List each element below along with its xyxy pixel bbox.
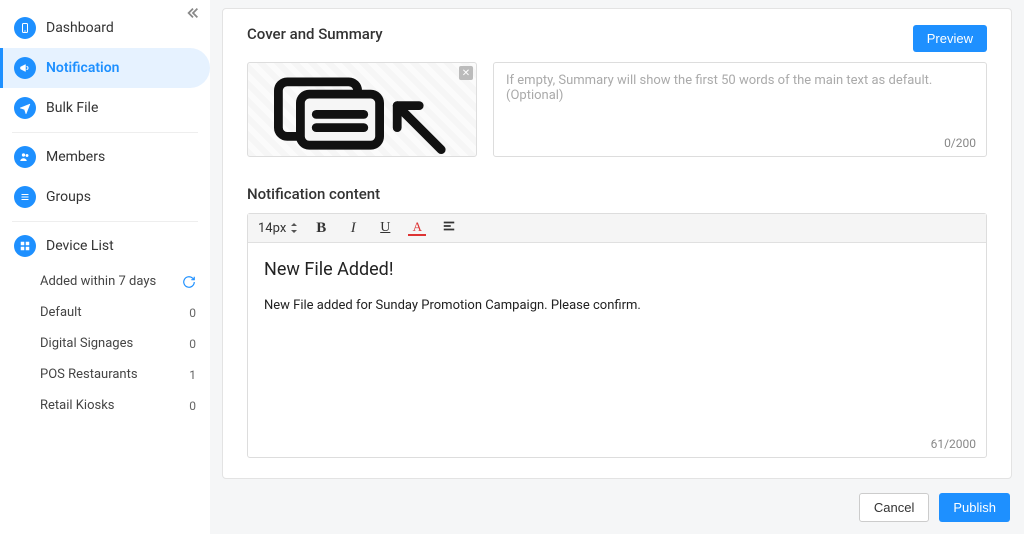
device-sub-label: Added within 7 days [40,274,156,289]
device-sub-label: Digital Signages [40,336,133,351]
send-icon [14,97,36,119]
phone-icon [14,17,36,39]
text-color-button[interactable]: A [408,220,426,236]
device-sub-item-kiosks[interactable]: Retail Kiosks 0 [40,390,196,421]
divider [12,132,198,133]
device-sub-label: Default [40,305,82,320]
content-heading: New File Added! [264,259,970,280]
summary-textarea[interactable]: If empty, Summary will show the first 50… [493,62,987,157]
sidebar-item-dashboard[interactable]: Dashboard [0,8,210,48]
device-sub-item-signages[interactable]: Digital Signages 0 [40,328,196,359]
footer-actions: Cancel Publish [222,489,1012,522]
font-size-value: 14px [258,221,286,236]
editor-card: Cover and Summary Preview ✕ I [222,8,1012,479]
nav-list-3: Device List [0,226,210,266]
sidebar-item-groups[interactable]: Groups [0,177,210,217]
sidebar-item-members[interactable]: Members [0,137,210,177]
bold-button[interactable]: B [312,220,330,237]
summary-char-counter: 0/200 [944,136,976,150]
device-sublist: Added within 7 days Default 0 Digital Si… [0,266,210,421]
sidebar-item-notification[interactable]: Notification [0,48,210,88]
cover-row: ✕ If empty, Summary will show the first … [247,62,987,157]
refresh-icon[interactable] [182,275,196,289]
device-sub-count: 0 [189,337,196,351]
sidebar-item-label: Groups [46,189,91,205]
sidebar-item-label: Bulk File [46,100,98,116]
sidebar-item-label: Device List [46,238,114,254]
megaphone-icon [14,57,36,79]
sidebar: Dashboard Notification Bulk File Members [0,0,210,534]
preview-button[interactable]: Preview [913,25,987,52]
cancel-button[interactable]: Cancel [859,493,929,522]
sidebar-item-device-list[interactable]: Device List [0,226,210,266]
device-sub-count: 0 [189,306,196,320]
summary-placeholder: If empty, Summary will show the first 50… [506,73,932,103]
device-sub-count: 0 [189,399,196,413]
align-button[interactable] [440,219,458,237]
device-sub-label: POS Restaurants [40,367,138,382]
editor-toolbar: 14px B I U A [248,214,986,243]
sidebar-item-label: Members [46,149,105,165]
underline-button[interactable]: U [376,220,394,236]
sidebar-item-bulk-file[interactable]: Bulk File [0,88,210,128]
device-sub-item-pos[interactable]: POS Restaurants 1 [40,359,196,390]
nav-list: Dashboard Notification Bulk File [0,8,210,128]
sidebar-item-label: Notification [46,60,119,76]
editor-content-area[interactable]: New File Added! New File added for Sunda… [248,243,986,433]
content-char-counter: 61/2000 [248,433,986,457]
rich-text-editor: 14px B I U A New File Added! New File ad… [247,213,987,458]
divider [12,221,198,222]
users-icon [14,146,36,168]
cover-section-title: Cover and Summary [247,25,383,43]
sidebar-item-label: Dashboard [46,20,114,36]
font-size-selector[interactable]: 14px [258,221,298,236]
main-content: Cover and Summary Preview ✕ I [210,0,1024,534]
content-body-text: New File added for Sunday Promotion Camp… [264,298,970,313]
content-section: Notification content 14px B I U A [247,185,987,458]
device-sub-count: 1 [189,368,196,382]
remove-cover-button[interactable]: ✕ [459,66,473,80]
italic-button[interactable]: I [344,220,362,237]
publish-button[interactable]: Publish [939,493,1010,522]
nav-list-2: Members Groups [0,137,210,217]
device-sub-item-default[interactable]: Default 0 [40,297,196,328]
device-sub-label: Retail Kiosks [40,398,115,413]
content-section-title: Notification content [247,185,987,203]
device-sub-item-recent[interactable]: Added within 7 days [40,266,196,297]
list-icon [14,186,36,208]
cover-thumbnail[interactable]: ✕ [247,62,477,157]
sort-icon [290,223,298,233]
cover-image-placeholder-icon [262,66,462,154]
grid-icon [14,235,36,257]
cover-section-header: Cover and Summary Preview [247,25,987,52]
